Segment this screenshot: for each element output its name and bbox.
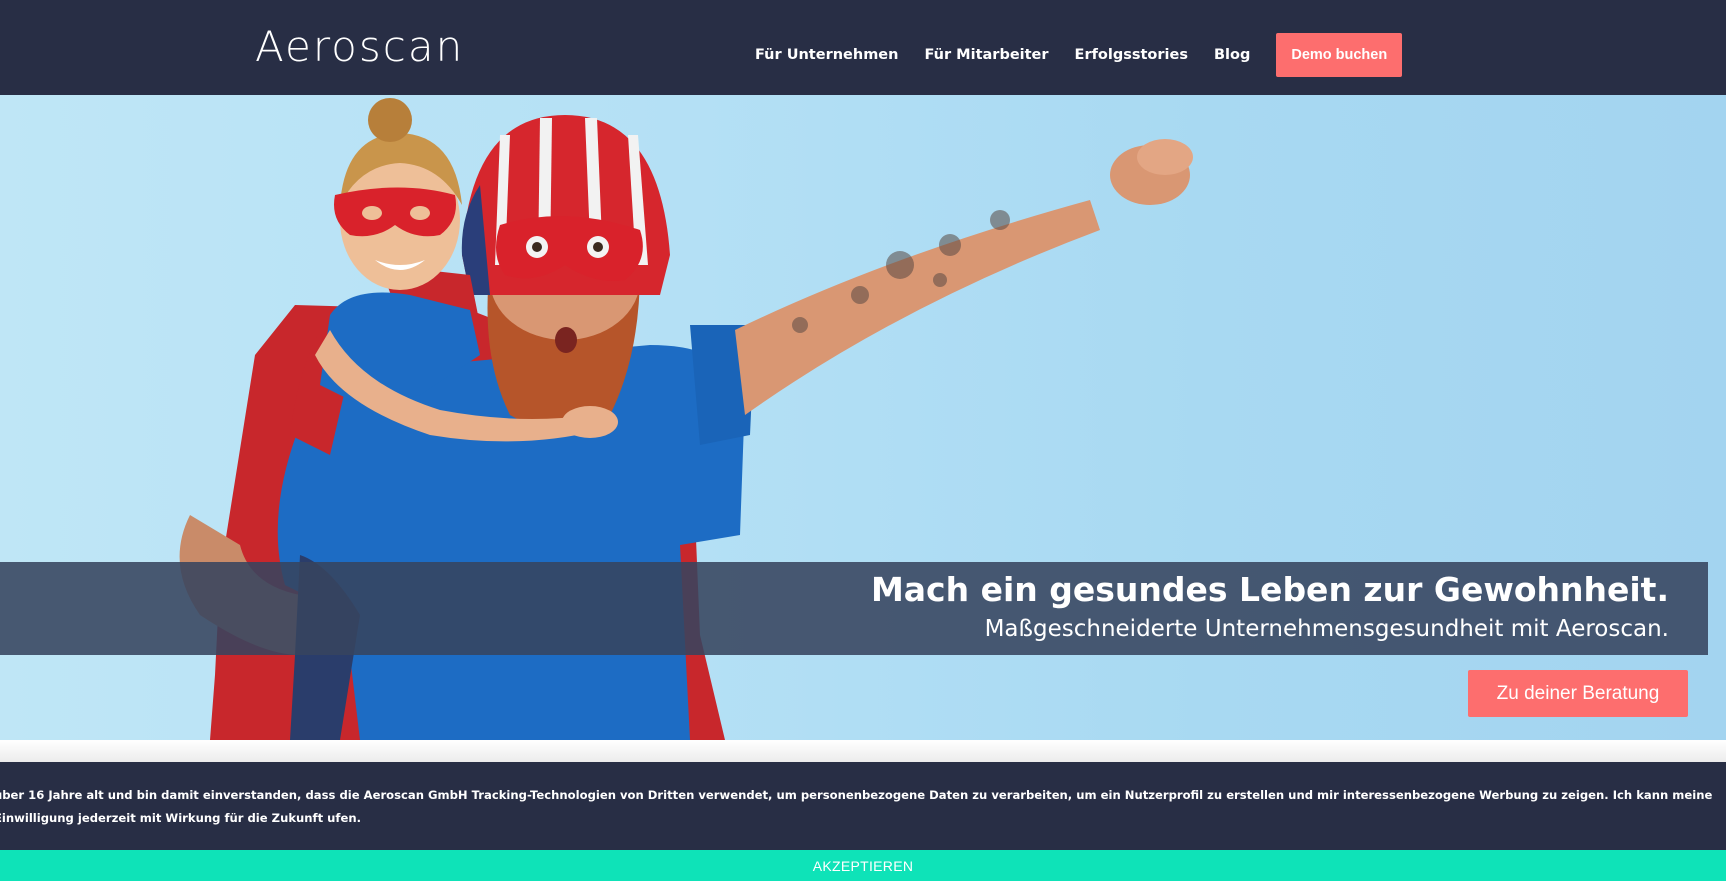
site-header: Aeroscan Für Unternehmen Für Mitarbeiter… <box>0 0 1726 95</box>
nav-erfolgsstories[interactable]: Erfolgsstories <box>1075 47 1188 63</box>
aeroscan-logo[interactable]: Aeroscan <box>255 22 464 71</box>
headline-band: Mach ein gesundes Leben zur Gewohnheit. … <box>0 562 1708 655</box>
main-nav: Für Unternehmen Für Mitarbeiter Erfolgss… <box>755 33 1403 77</box>
hero-section: Mach ein gesundes Leben zur Gewohnheit. … <box>0 95 1726 740</box>
cookie-banner: über 16 Jahre alt und bin damit einverst… <box>0 762 1726 881</box>
nav-blog[interactable]: Blog <box>1214 47 1250 63</box>
demo-buchen-button[interactable]: Demo buchen <box>1276 33 1403 77</box>
hero-subheadline: Maßgeschneiderte Unternehmensgesundheit … <box>984 616 1669 642</box>
nav-fuer-mitarbeiter[interactable]: Für Mitarbeiter <box>924 47 1048 63</box>
accept-cookies-button[interactable]: AKZEPTIEREN <box>0 850 1726 881</box>
cookie-consent-text: über 16 Jahre alt und bin damit einverst… <box>0 788 1713 825</box>
page: Aeroscan Für Unternehmen Für Mitarbeiter… <box>0 0 1726 881</box>
beratung-button[interactable]: Zu deiner Beratung <box>1468 670 1688 717</box>
hero-headline: Mach ein gesundes Leben zur Gewohnheit. <box>870 570 1669 609</box>
section-divider <box>0 740 1726 762</box>
nav-fuer-unternehmen[interactable]: Für Unternehmen <box>755 47 898 63</box>
